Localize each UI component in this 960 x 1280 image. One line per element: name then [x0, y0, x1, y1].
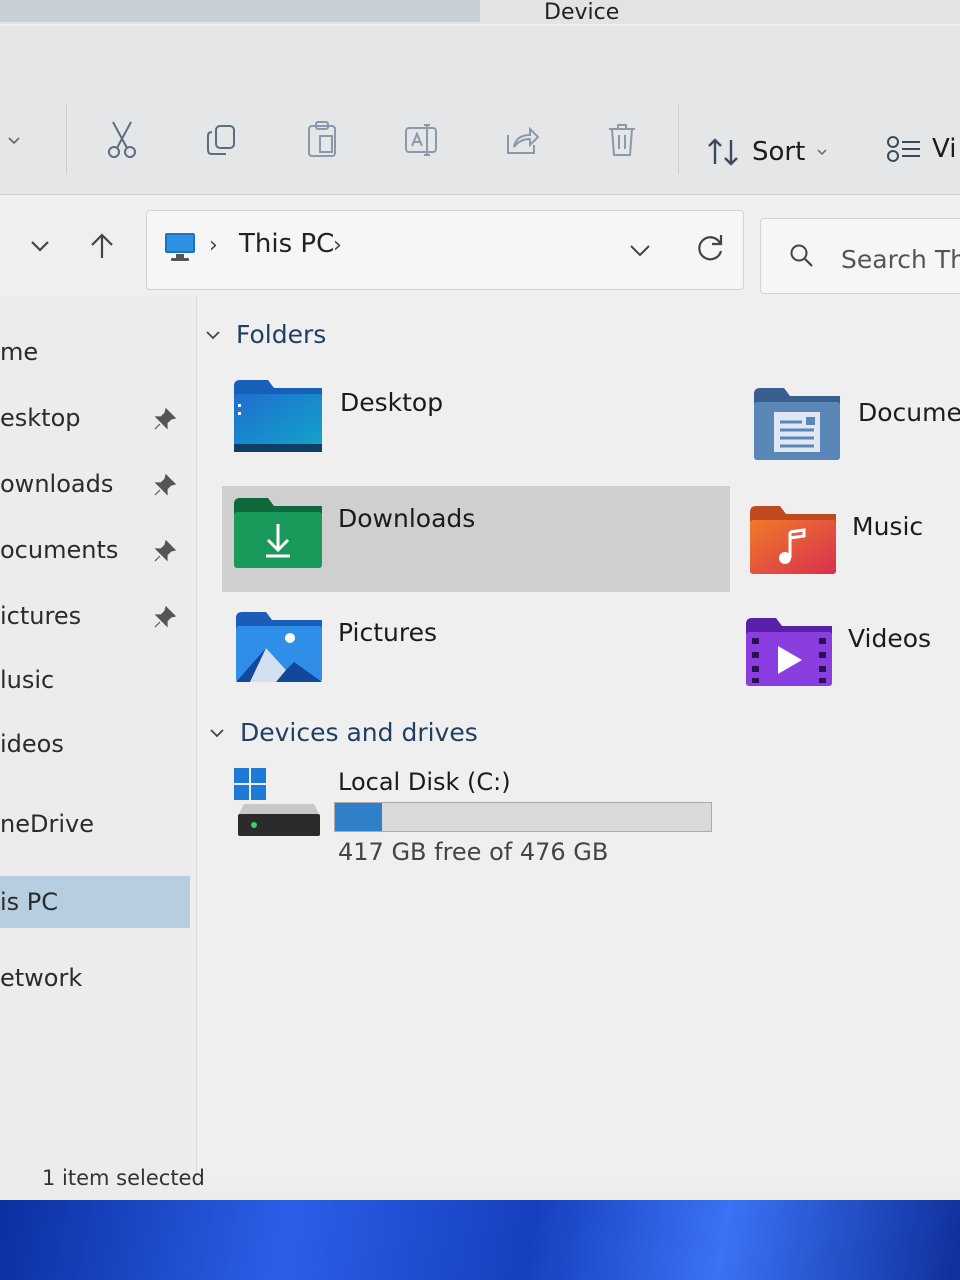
chevron-down-icon [206, 330, 220, 339]
pin-icon [154, 605, 177, 628]
title-fragment: Device [544, 0, 620, 25]
folder-name: Music [852, 512, 924, 541]
cut-icon [108, 121, 136, 158]
title-strip: Device [0, 0, 960, 25]
folder-tile-downloads[interactable]: Downloads [222, 486, 730, 592]
desktop-folder-icon [234, 380, 322, 452]
chevron-down-icon [210, 728, 224, 737]
cut-button[interactable] [98, 116, 146, 164]
section-title: Devices and drives [240, 718, 478, 747]
command-bar: Sort Vi [0, 26, 960, 195]
music-folder-icon [750, 506, 836, 574]
folder-tile-desktop[interactable]: Desktop [222, 370, 730, 470]
section-title: Folders [236, 320, 327, 349]
pane-divider[interactable] [196, 296, 197, 1176]
sidebar-item-onedrive[interactable]: neDrive [0, 798, 190, 850]
share-button[interactable] [498, 116, 546, 164]
folder-tile-music[interactable]: Music [742, 496, 960, 596]
folder-name: Documen [858, 398, 960, 427]
pin-icon [154, 539, 177, 562]
drive-usage-bar [334, 802, 712, 832]
file-explorer-window: Device Sort Vi › This PC › Search Th me … [0, 0, 960, 1200]
search-input[interactable]: Search This [841, 245, 960, 274]
address-bar[interactable]: › This PC › [146, 210, 744, 290]
delete-button[interactable] [598, 116, 646, 164]
sidebar-item-label: is PC [0, 888, 59, 916]
sidebar-item-network[interactable]: etwork [0, 952, 190, 1004]
sidebar-item-label: neDrive [0, 810, 94, 838]
pictures-folder-icon [236, 612, 322, 682]
folder-name: Videos [848, 624, 932, 653]
folder-tile-pictures[interactable]: Pictures [222, 600, 730, 700]
search-icon [790, 244, 813, 267]
sidebar-item-label: etwork [0, 964, 83, 992]
up-arrow-icon[interactable] [86, 230, 118, 262]
sidebar-item-pictures[interactable]: ictures [0, 590, 190, 642]
sidebar-item-home[interactable]: me [0, 326, 190, 378]
chevron-down-icon [817, 149, 827, 156]
view-button[interactable]: Vi [886, 134, 956, 164]
view-label: Vi [932, 134, 957, 164]
share-icon [507, 126, 540, 154]
pin-icon [154, 407, 177, 430]
folder-tile-videos[interactable]: Videos [742, 606, 960, 706]
paste-icon [308, 121, 336, 157]
sidebar-item-label: ideos [0, 730, 64, 758]
copy-button[interactable] [198, 116, 246, 164]
drive-name[interactable]: Local Disk (C:) [338, 768, 511, 796]
folder-name: Pictures [338, 618, 437, 647]
sidebar-item-music[interactable]: lusic [0, 654, 190, 706]
sort-button[interactable]: Sort [706, 130, 829, 174]
recent-locations-chevron-icon[interactable] [24, 230, 56, 262]
rename-button[interactable] [398, 116, 446, 164]
desktop-wallpaper [0, 1200, 960, 1280]
toolbar-separator [66, 104, 67, 174]
refresh-icon[interactable] [693, 231, 727, 265]
sidebar-item-label: ownloads [0, 470, 114, 498]
drive-usage-fill [335, 803, 382, 831]
pin-icon [154, 473, 177, 496]
copy-icon [207, 125, 235, 155]
rename-icon [405, 124, 437, 156]
sidebar-item-label: esktop [0, 404, 81, 432]
new-dropdown-chevron-icon[interactable] [0, 116, 34, 164]
sidebar-item-desktop[interactable]: esktop [0, 392, 190, 444]
documents-folder-icon [754, 388, 840, 460]
sidebar-item-documents[interactable]: ocuments [0, 524, 190, 576]
view-list-icon [887, 136, 920, 162]
this-pc-icon [165, 233, 195, 261]
drives-section-header[interactable]: Devices and drives [208, 718, 478, 747]
sidebar-item-label: ictures [0, 602, 82, 630]
sidebar-item-label: me [0, 338, 39, 366]
sort-icon [708, 138, 738, 166]
sidebar-item-videos[interactable]: ideos [0, 718, 190, 770]
toolbar-separator [678, 104, 679, 174]
status-bar-text: 1 item selected [42, 1166, 205, 1190]
sidebar-item-downloads[interactable]: ownloads [0, 458, 190, 510]
folders-section-header[interactable]: Folders [204, 320, 326, 349]
sidebar-item-label: lusic [0, 666, 55, 694]
folder-tile-documents[interactable]: Documen [742, 380, 960, 480]
paste-button[interactable] [298, 116, 346, 164]
folder-name: Desktop [340, 388, 444, 417]
delete-icon [609, 124, 635, 156]
breadcrumb-chevron-icon[interactable]: › [333, 233, 342, 258]
local-disk-drive-icon[interactable] [234, 764, 324, 844]
sort-label: Sort [752, 137, 806, 167]
navigation-pane: me esktop ownloads ocuments ictures lusi… [0, 296, 190, 1200]
sidebar-item-this-pc[interactable]: is PC [0, 876, 190, 928]
downloads-folder-icon [234, 498, 322, 568]
breadcrumb-this-pc[interactable]: This PC [239, 229, 334, 259]
search-box[interactable]: Search This [760, 218, 960, 294]
window-tab[interactable] [0, 0, 480, 22]
breadcrumb-chevron-icon[interactable]: › [209, 233, 218, 258]
videos-folder-icon [746, 618, 832, 686]
drive-free-space: 417 GB free of 476 GB [338, 838, 609, 866]
sidebar-item-label: ocuments [0, 536, 119, 564]
address-dropdown-icon[interactable] [625, 235, 655, 265]
folder-name: Downloads [338, 504, 476, 533]
